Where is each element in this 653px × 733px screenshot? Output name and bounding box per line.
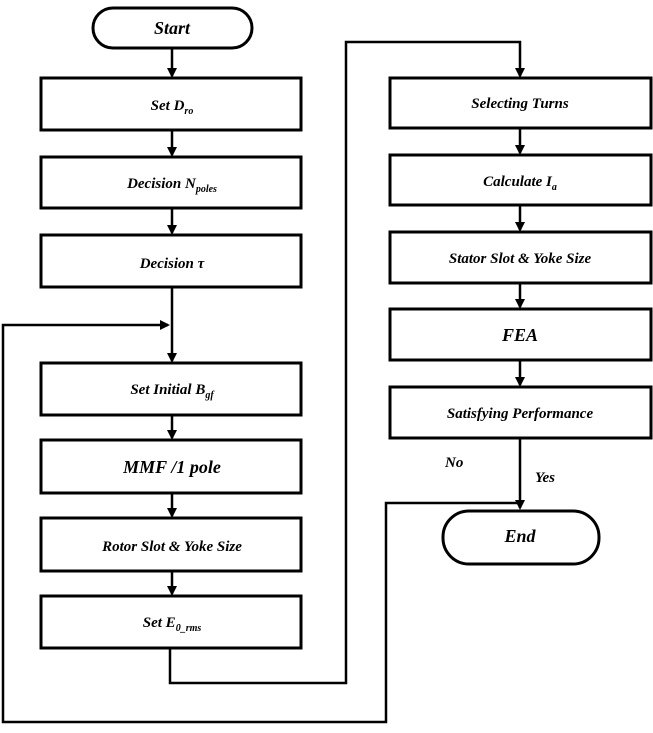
node-stator-slot: Stator Slot & Yoke Size bbox=[388, 230, 653, 285]
node-label: Stator Slot & Yoke Size bbox=[449, 251, 592, 267]
node-subscript: a bbox=[552, 182, 557, 193]
node-subscript: ro bbox=[184, 106, 193, 117]
node-set-bgf: Set Initial Bgf bbox=[39, 361, 303, 417]
node-label: End bbox=[503, 526, 536, 546]
node-set-e0: Set E0_rms bbox=[39, 594, 303, 650]
node-decision-npoles: Decision Npoles bbox=[39, 155, 303, 210]
node-label: MMF /1 pole bbox=[122, 457, 221, 477]
flowchart: Start Set Dro Decision Npoles Decision τ… bbox=[1, 6, 653, 724]
edge-label-yes: Yes bbox=[535, 470, 555, 486]
node-label: Calculate I bbox=[483, 174, 553, 190]
node-subscript: 0_rms bbox=[176, 623, 202, 634]
node-label: FEA bbox=[501, 325, 538, 345]
node-fea: FEA bbox=[388, 307, 653, 362]
node-mmf: MMF /1 pole bbox=[39, 438, 303, 495]
node-selecting-turns: Selecting Turns bbox=[388, 76, 653, 130]
node-set-dro: Set Dro bbox=[39, 76, 303, 132]
node-label: Decision τ bbox=[139, 256, 206, 272]
node-end: End bbox=[441, 509, 601, 566]
node-label: Set Initial B bbox=[130, 382, 205, 398]
node-start: Start bbox=[91, 6, 254, 50]
node-decision-tau: Decision τ bbox=[39, 233, 303, 289]
node-label: Start bbox=[154, 18, 191, 38]
node-label: Set D bbox=[151, 98, 185, 114]
node-subscript: poles bbox=[195, 184, 217, 195]
node-calculate-ia: Calculate Ia bbox=[388, 153, 653, 207]
node-rotor-slot: Rotor Slot & Yoke Size bbox=[39, 516, 303, 573]
edge-label-no: No bbox=[444, 455, 463, 471]
node-label: Rotor Slot & Yoke Size bbox=[101, 539, 242, 555]
node-label: Satisfying Performance bbox=[447, 406, 594, 422]
node-label: Selecting Turns bbox=[471, 96, 569, 112]
node-label: Decision N bbox=[126, 176, 197, 192]
node-label: Set E bbox=[143, 615, 176, 631]
node-satisfying-performance: Satisfying Performance bbox=[388, 385, 653, 440]
